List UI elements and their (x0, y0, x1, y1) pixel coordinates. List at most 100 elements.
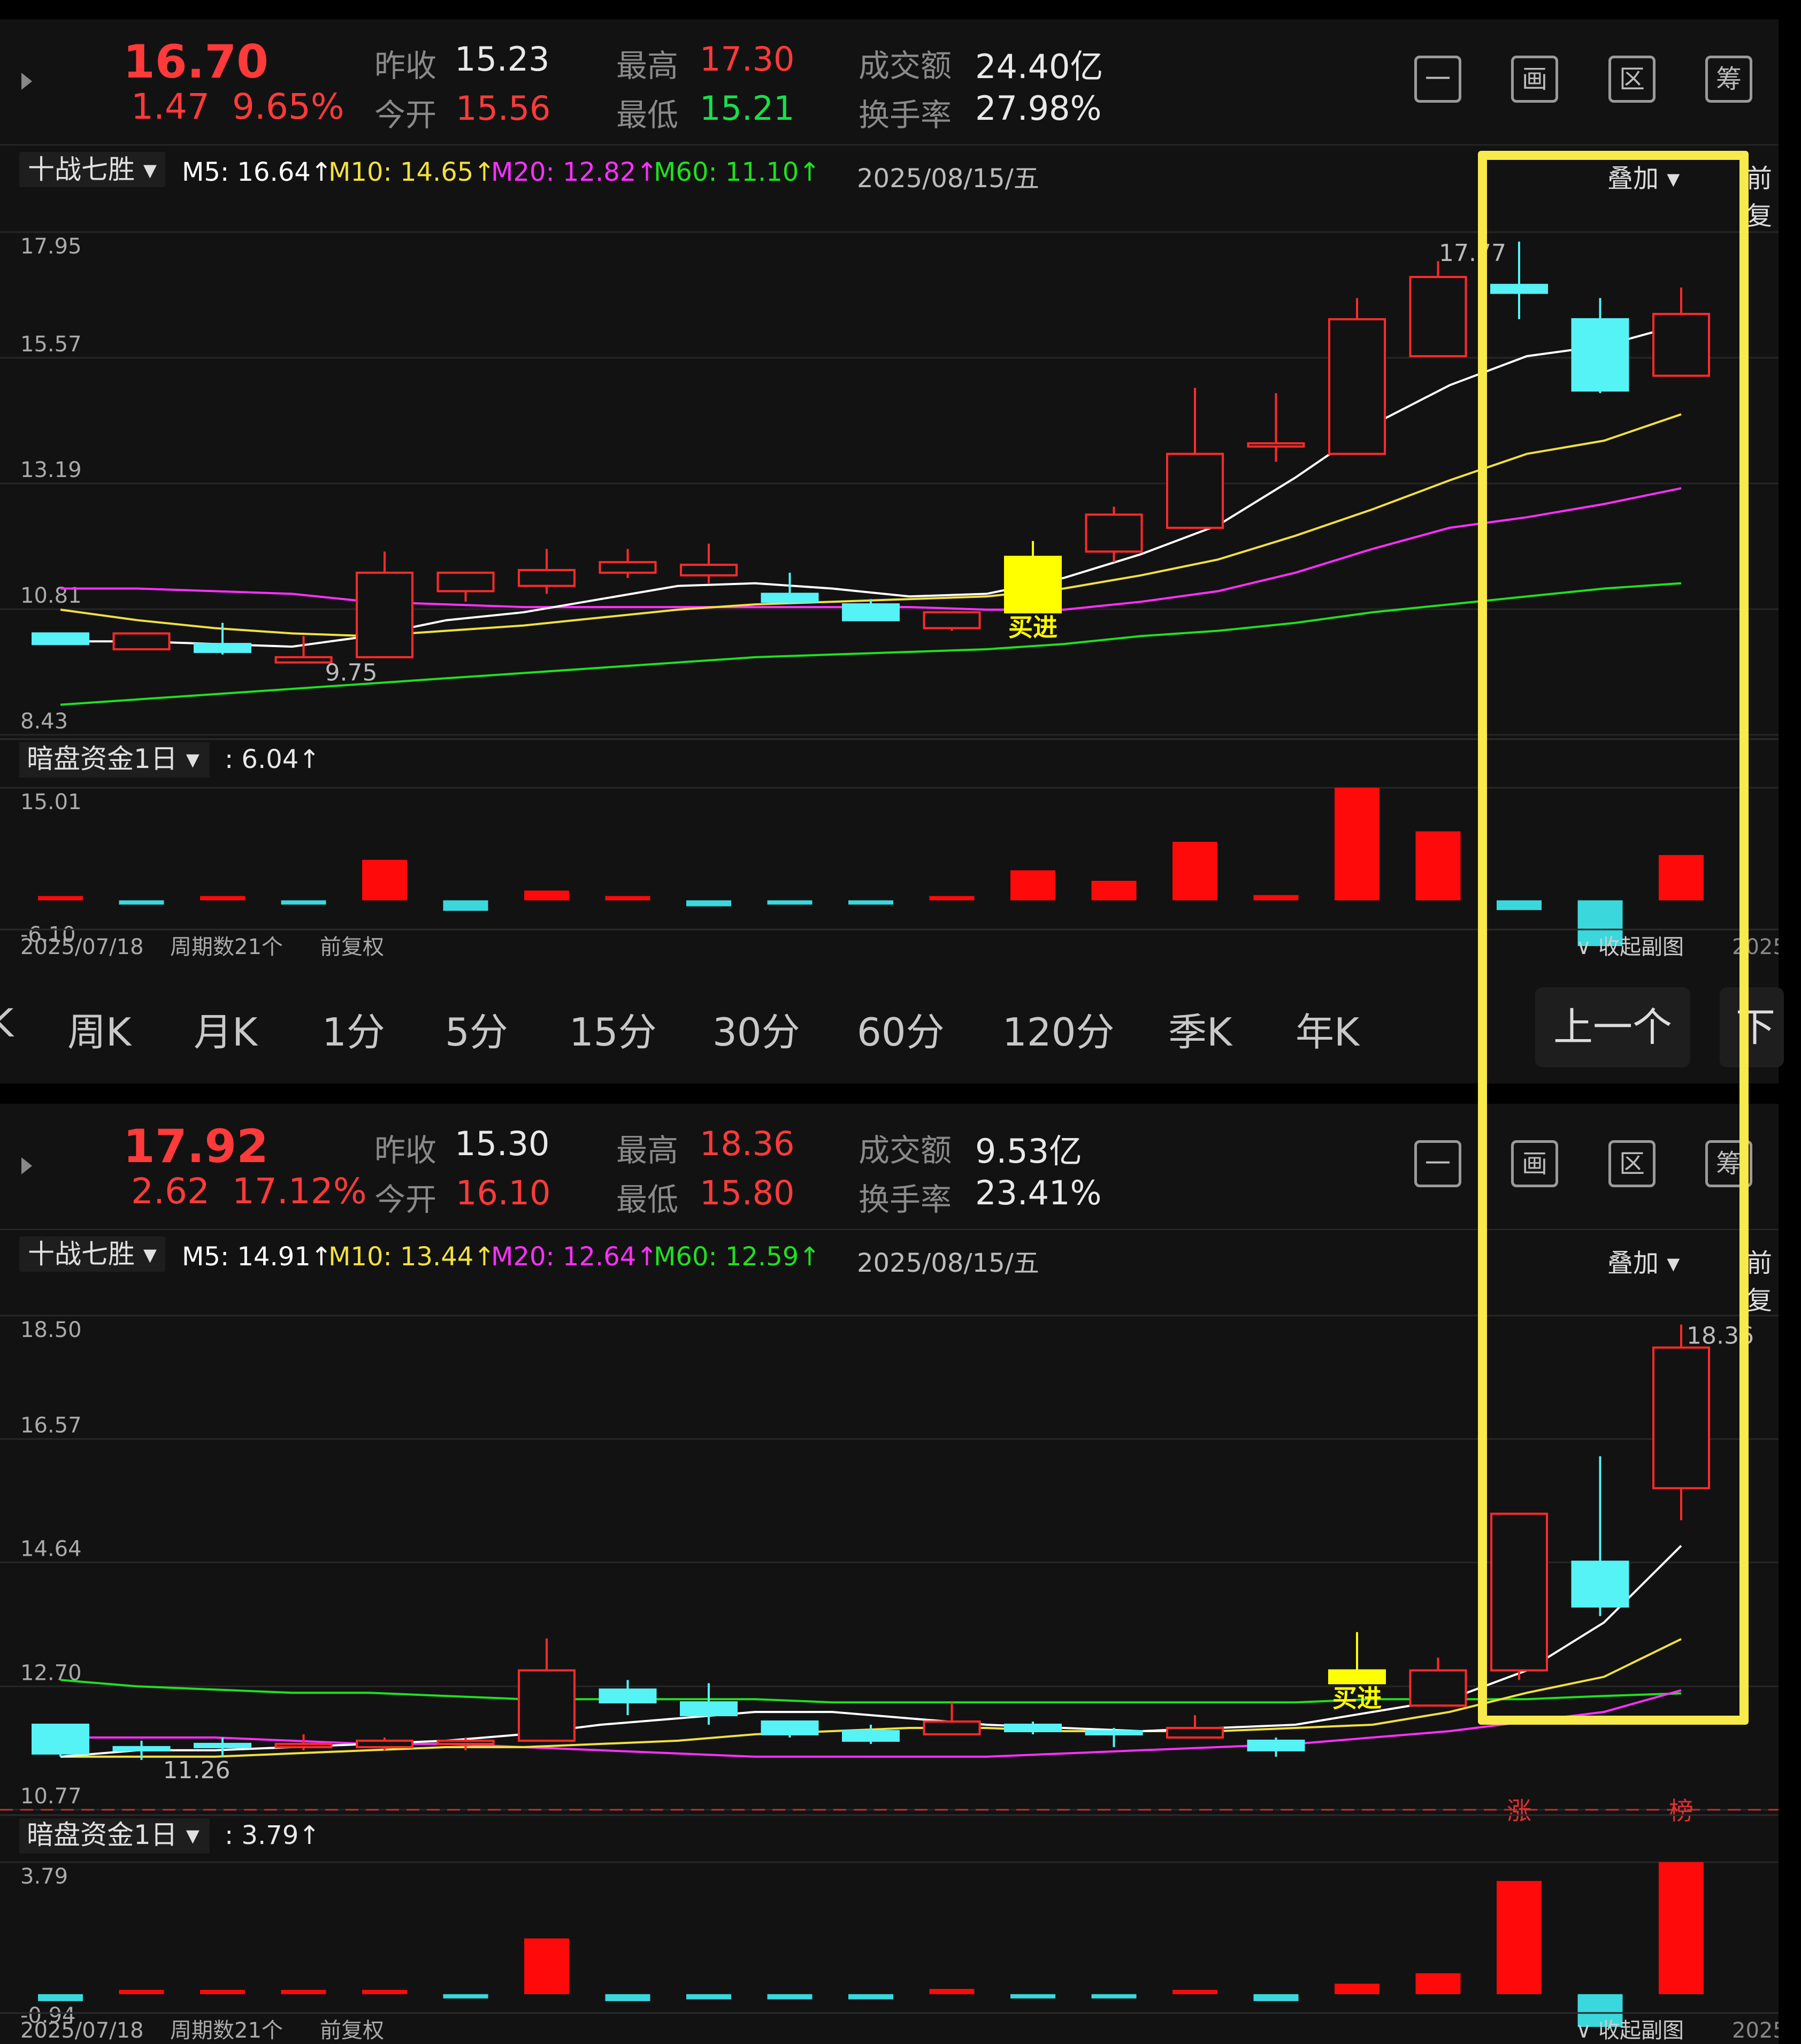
price-change: 1.47 9.65% (131, 86, 344, 127)
sub-bar (1253, 895, 1299, 901)
low-value: 15.80 (700, 1173, 795, 1212)
candle-body (761, 1720, 819, 1735)
tab-15min[interactable]: 15分 (569, 1001, 657, 1057)
tab-month[interactable]: 月K (194, 1001, 257, 1057)
sub-bar (119, 900, 164, 905)
expand-arrow-icon[interactable] (21, 1157, 32, 1174)
indicator-selector[interactable]: 十战七胜 ▾ (19, 152, 165, 187)
tab-120min[interactable]: 120分 (1002, 1001, 1114, 1057)
turnover-value: 27.98% (975, 89, 1102, 128)
sub-bar (362, 1989, 407, 1994)
sub-bar (848, 900, 893, 905)
high-value: 17.30 (700, 40, 795, 79)
sub-bar (848, 1994, 893, 2000)
date-label: 2025/08/15/五 (857, 164, 1039, 194)
start-date: 2025/07/18 (20, 2018, 144, 2043)
open-value: 15.56 (456, 89, 551, 128)
sub-bar (1010, 870, 1055, 901)
candle-body (356, 1739, 413, 1748)
candle-body (923, 611, 981, 629)
candle-body (842, 1730, 900, 1742)
low-marker: 9.75 (325, 659, 378, 687)
collapse-subchart: ∨ 收起副图 (1576, 2018, 1684, 2043)
sub-bar (1497, 1881, 1542, 1994)
candle-body (112, 1746, 171, 1751)
sub-indicator-name: 暗盘资金1日 ▾ (27, 743, 200, 774)
candle-body (1247, 1739, 1305, 1751)
candle-body (599, 561, 657, 574)
indicator-selector[interactable]: 十战七胜 ▾ (19, 1236, 165, 1272)
open-value: 16.10 (456, 1173, 551, 1212)
sub-indicator-value: : 6.04↑ (225, 744, 320, 774)
low-marker: 11.26 (163, 1757, 231, 1784)
limit-badge: 涨 (1507, 1796, 1531, 1825)
ma60-label: M60: 11.10↑ (654, 157, 821, 187)
ma20-label: M20: 12.64↑ (491, 1242, 658, 1272)
high-label: 最高 (616, 48, 679, 84)
sub-bar (200, 896, 245, 901)
low-value: 15.21 (700, 89, 795, 128)
candle-body (436, 1739, 495, 1745)
sub-bar (686, 900, 731, 906)
sub-bar (767, 1994, 813, 2000)
tab-30min[interactable]: 30分 (712, 1001, 800, 1057)
adjust-mode: 前复权 (320, 2018, 384, 2043)
tab-week[interactable]: 周K (67, 1001, 131, 1057)
sub-bar (443, 900, 488, 911)
high-value: 18.36 (700, 1124, 795, 1163)
candle-body (923, 1720, 981, 1735)
expand-arrow-icon[interactable] (21, 73, 32, 90)
minus-icon[interactable]: 一 (1414, 56, 1461, 103)
ma5-label: M5: 16.64↑ (182, 157, 333, 187)
amount-value: 24.40亿 (975, 47, 1103, 86)
tab-60min[interactable]: 60分 (857, 1001, 945, 1057)
candle-body (32, 632, 89, 646)
amount-value: 9.53亿 (975, 1132, 1083, 1171)
candle-body (1247, 442, 1305, 448)
candle-body (194, 1742, 251, 1748)
y-tick-label: 17.95 (20, 234, 82, 259)
tab-1min[interactable]: 1分 (322, 1001, 385, 1057)
y-tick-label: 14.64 (20, 1536, 82, 1561)
y-tick-label: 18.50 (20, 1318, 82, 1342)
sub-indicator-value: : 3.79↑ (225, 1820, 320, 1850)
sub-bar (362, 859, 407, 901)
sub-bar (443, 1994, 488, 1999)
ma20-label: M20: 12.82↑ (491, 157, 658, 187)
ma10-label: M10: 14.65↑ (328, 157, 495, 187)
sub-bar (1091, 881, 1137, 901)
draw-icon[interactable]: 画 (1511, 56, 1558, 103)
low-label: 最低 (616, 1181, 679, 1218)
candle-body (1409, 275, 1467, 358)
sub-bar (1415, 831, 1461, 901)
amount-label: 成交额 (859, 48, 952, 84)
candle-body (518, 1669, 576, 1742)
sub-indicator-name: 暗盘资金1日 ▾ (27, 1819, 200, 1850)
sub-y-tick: 3.79 (20, 1864, 68, 1889)
sub-bar (200, 1989, 245, 1994)
turnover-value: 23.41% (975, 1173, 1102, 1212)
tab-day[interactable]: K (0, 1001, 13, 1046)
candle-body (1328, 318, 1386, 455)
chips-icon[interactable]: 筹 (1705, 56, 1752, 103)
tab-5min[interactable]: 5分 (445, 1001, 508, 1057)
candle-body (274, 1742, 333, 1748)
turnover-label: 换手率 (859, 97, 952, 133)
candle-body (680, 1701, 738, 1717)
candle-body (1328, 1669, 1386, 1685)
sub-bar (1415, 1973, 1461, 1994)
period-count: 周期数21个 (170, 935, 283, 959)
turnover-label: 换手率 (859, 1181, 952, 1218)
region-icon[interactable]: 区 (1608, 56, 1656, 103)
candle-body (518, 568, 576, 587)
tab-quarter[interactable]: 季K (1168, 1001, 1232, 1057)
tab-year[interactable]: 年K (1296, 1001, 1359, 1057)
sub-bar (524, 890, 569, 901)
low-label: 最低 (616, 97, 679, 133)
prev-close-label: 昨收 (374, 1132, 437, 1169)
sub-bar (1010, 1994, 1055, 1999)
minus-icon[interactable]: 一 (1414, 1140, 1461, 1187)
ma60-label: M60: 12.59↑ (654, 1242, 821, 1272)
candle-body (32, 1724, 89, 1755)
sub-bar (524, 1938, 569, 1994)
